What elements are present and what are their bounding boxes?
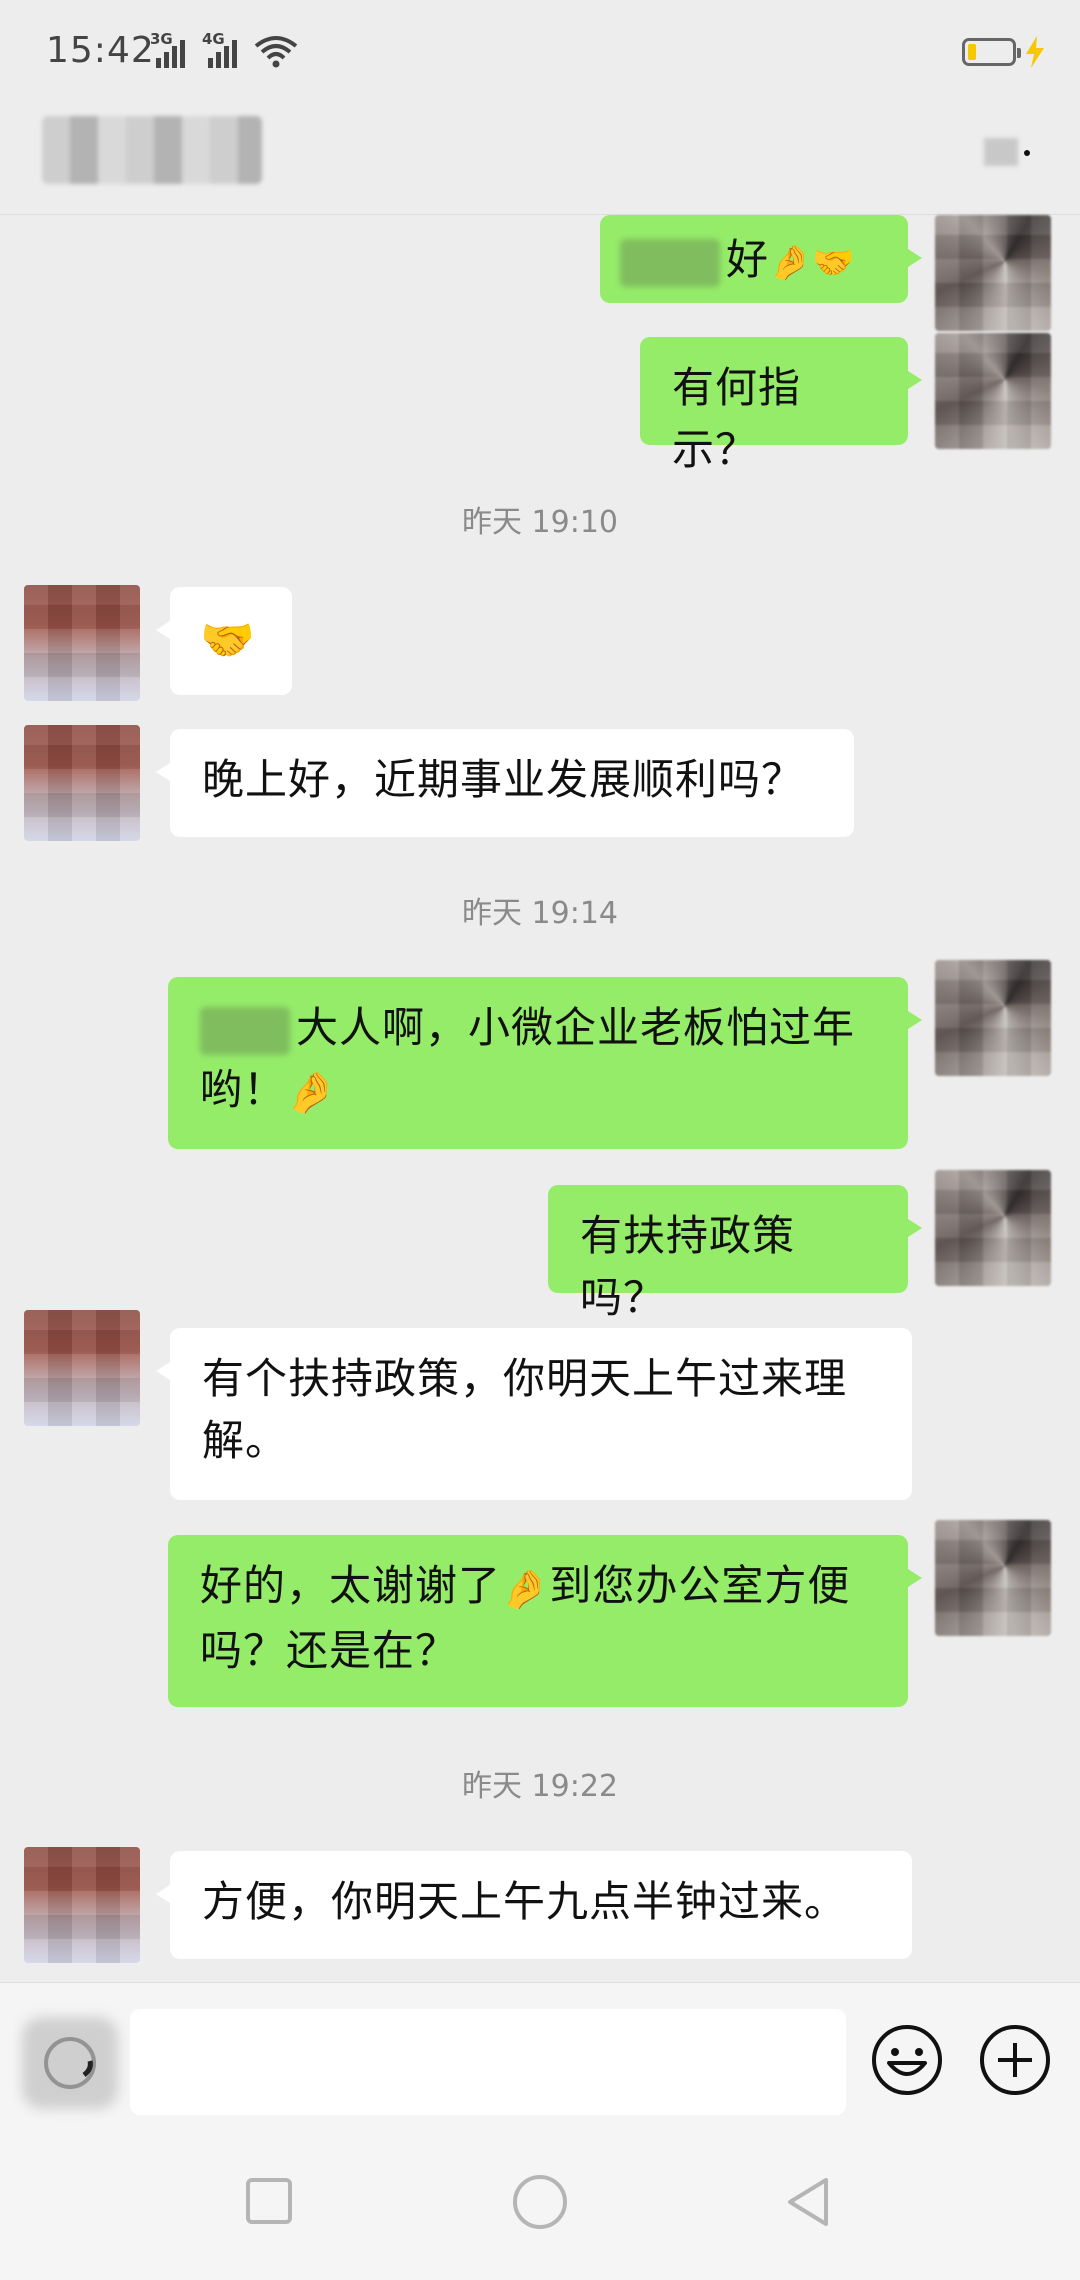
message-text: 方便，你明天上午九点半钟过来。 xyxy=(202,1877,848,1926)
signal-4g-icon: 4G xyxy=(202,30,240,68)
my-avatar[interactable] xyxy=(935,1170,1051,1286)
signal-3g-icon: 3G xyxy=(150,30,188,68)
contact-message[interactable]: 方便，你明天上午九点半钟过来。 xyxy=(156,1851,912,1959)
my-avatar[interactable] xyxy=(935,215,1051,331)
my-message[interactable]: 有何指示？ xyxy=(640,337,922,474)
contact-message[interactable]: 有个扶持政策，你明天上午过来理解。 xyxy=(156,1328,912,1500)
message-text: 晚上好，近期事业发展顺利吗？ xyxy=(202,755,805,804)
contact-avatar[interactable] xyxy=(24,1847,140,1963)
status-bar: 15:42 3G 4G xyxy=(0,0,1080,108)
chat-title-obscured xyxy=(42,116,262,184)
my-message[interactable]: 好的，太谢谢了🤌到您办公室方便吗？还是在？ xyxy=(168,1535,922,1707)
my-avatar[interactable] xyxy=(935,960,1051,1076)
contact-avatar[interactable] xyxy=(24,1310,140,1426)
back-icon[interactable] xyxy=(780,2174,836,2230)
battery-level xyxy=(968,44,976,60)
contact-avatar[interactable] xyxy=(24,725,140,841)
more-icon xyxy=(1024,150,1030,156)
timestamp: 昨天 19:10 xyxy=(462,505,618,540)
chat-title-bar xyxy=(0,108,1080,215)
charging-icon xyxy=(1026,36,1044,68)
contact-message[interactable]: 晚上好，近期事业发展顺利吗？ xyxy=(156,729,854,837)
handshake-icon: 🤝 xyxy=(812,242,856,283)
message-text: 有何指示？ xyxy=(672,363,802,474)
my-avatar[interactable] xyxy=(935,333,1051,449)
pinch-hand-icon: 🤌 xyxy=(501,1566,550,1611)
home-icon[interactable] xyxy=(510,2172,570,2232)
pinch-hand-icon: 🤌 xyxy=(769,242,813,283)
my-message[interactable]: 有扶持政策吗？ xyxy=(548,1185,922,1322)
emoji-icon[interactable] xyxy=(870,2023,944,2097)
message-text: 有扶持政策吗？ xyxy=(580,1211,796,1322)
contact-avatar[interactable] xyxy=(24,585,140,701)
message-input-bar xyxy=(0,1982,1080,2123)
message-text-input[interactable] xyxy=(130,2009,846,2115)
timestamp: 昨天 19:22 xyxy=(462,1769,618,1804)
my-message[interactable]: 好🤌🤝 xyxy=(600,215,922,303)
plus-icon[interactable] xyxy=(978,2023,1052,2097)
status-time: 15:42 xyxy=(46,30,155,71)
message-text: 有个扶持政策，你明天上午过来理解。 xyxy=(202,1354,848,1465)
more-options-button[interactable] xyxy=(984,130,1042,176)
timestamp: 昨天 19:14 xyxy=(462,896,618,931)
voice-button[interactable] xyxy=(22,2017,118,2109)
message-text: 好 xyxy=(726,235,770,284)
recent-apps-icon[interactable] xyxy=(242,2174,298,2230)
wifi-icon xyxy=(254,36,298,68)
message-text: 好的，太谢谢了 xyxy=(200,1561,502,1610)
handshake-icon: 🤝 xyxy=(200,614,256,666)
battery-icon xyxy=(962,38,1021,66)
my-avatar[interactable] xyxy=(935,1520,1051,1636)
system-nav-bar xyxy=(0,2122,1080,2280)
chat-message-list[interactable]: 好🤌🤝 有何指示？ 昨天 19:10 🤝 晚上好，近期事业发展顺利吗？ 昨天 1… xyxy=(0,215,1080,1980)
voice-icon xyxy=(44,2037,96,2089)
pinch-hand-icon: 🤌 xyxy=(286,1069,337,1116)
contact-message[interactable]: 🤝 xyxy=(156,587,292,695)
my-message[interactable]: 大人啊，小微企业老板怕过年哟！ 🤌 xyxy=(168,977,922,1149)
